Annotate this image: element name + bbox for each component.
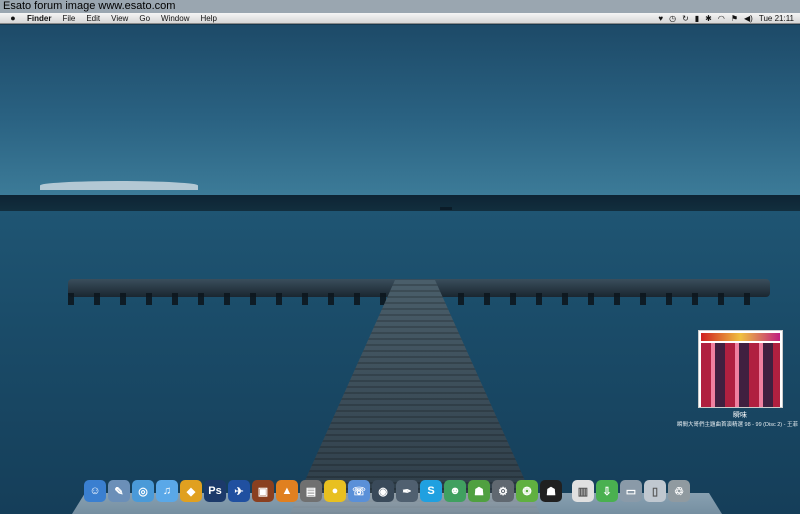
spiral-icon[interactable]: ❂: [516, 480, 538, 502]
trash-icon[interactable]: ♲: [668, 480, 690, 502]
menu-extras: ♥ ◷ ↻ ▮ ✱ ◠ ⚑ ◀) Tue 21:11: [658, 13, 794, 24]
skype-icon[interactable]: S: [420, 480, 442, 502]
photoshop-icon[interactable]: Ps: [204, 480, 226, 502]
messenger-icon[interactable]: ☻: [444, 480, 466, 502]
menu-file[interactable]: File: [62, 14, 75, 23]
menu-help[interactable]: Help: [200, 14, 216, 23]
info-icon[interactable]: ▮: [695, 13, 699, 24]
agent-icon[interactable]: ☗: [540, 480, 562, 502]
time-machine-icon[interactable]: ◷: [669, 13, 676, 24]
wallpaper-boat: [440, 207, 452, 210]
wallpaper-dome: [40, 181, 198, 190]
sync-icon[interactable]: ↻: [682, 13, 689, 24]
album-subtitle: 瞬間大哥們主題曲首演精選 98 - 99 (Disc 2) - 王菲: [677, 422, 799, 428]
android-icon[interactable]: ☗: [468, 480, 490, 502]
dock-separator: [564, 480, 570, 510]
quicktime-icon[interactable]: ◉: [372, 480, 394, 502]
document-icon[interactable]: ▥: [572, 480, 594, 502]
menu-bar: ● Finder File Edit View Go Window Help ♥…: [0, 13, 800, 24]
desktop-wallpaper: [0, 25, 800, 514]
folder-icon[interactable]: ▭: [620, 480, 642, 502]
file-icon[interactable]: ▯: [644, 480, 666, 502]
dock: ☺ ✎ ◎ ♫ ◆ Ps ✈ ▣ ▲ ▤ ● ☏ ◉ ✒ S ☻ ☗ ⚙ ❂ ☗ ▥ ⇩ ▭ ▯ ♲: [84, 480, 690, 510]
downloads-icon[interactable]: ⇩: [596, 480, 618, 502]
heart-icon[interactable]: ♥: [658, 13, 663, 24]
album-cover-banner: [701, 333, 780, 341]
pen-icon[interactable]: ✒: [396, 480, 418, 502]
forum-watermark: Esato forum image www.esato.com: [0, 0, 800, 13]
menu-view[interactable]: View: [111, 14, 128, 23]
adium-icon[interactable]: ●: [324, 480, 346, 502]
vlc-icon[interactable]: ▲: [276, 480, 298, 502]
ichat-icon[interactable]: ☏: [348, 480, 370, 502]
itunes-icon[interactable]: ♫: [156, 480, 178, 502]
now-playing-widget[interactable]: 瞬味 瞬間大哥們主題曲首演精選 98 - 99 (Disc 2) - 王菲: [677, 330, 798, 428]
wifi-icon[interactable]: ◠: [718, 13, 725, 24]
video-icon[interactable]: ▣: [252, 480, 274, 502]
bluetooth-icon[interactable]: ✱: [705, 13, 712, 24]
transmit-icon[interactable]: ◆: [180, 480, 202, 502]
album-cover-photos: [701, 343, 780, 407]
flag-icon[interactable]: ⚑: [731, 13, 738, 24]
photo-icon[interactable]: ▤: [300, 480, 322, 502]
utility-icon[interactable]: ⚙: [492, 480, 514, 502]
preview-icon[interactable]: ✎: [108, 480, 130, 502]
album-title: 瞬味: [733, 412, 747, 419]
safari-icon[interactable]: ◎: [132, 480, 154, 502]
apple-menu-icon[interactable]: ●: [6, 13, 20, 23]
menu-finder[interactable]: Finder: [27, 14, 51, 23]
bird-icon[interactable]: ✈: [228, 480, 250, 502]
wallpaper-sky: [0, 25, 800, 195]
clock[interactable]: Tue 21:11: [759, 13, 794, 24]
menu-go[interactable]: Go: [139, 14, 150, 23]
menu-window[interactable]: Window: [161, 14, 189, 23]
album-cover[interactable]: [698, 330, 783, 408]
menu-edit[interactable]: Edit: [86, 14, 100, 23]
finder-icon[interactable]: ☺: [84, 480, 106, 502]
volume-icon[interactable]: ◀): [744, 13, 753, 24]
